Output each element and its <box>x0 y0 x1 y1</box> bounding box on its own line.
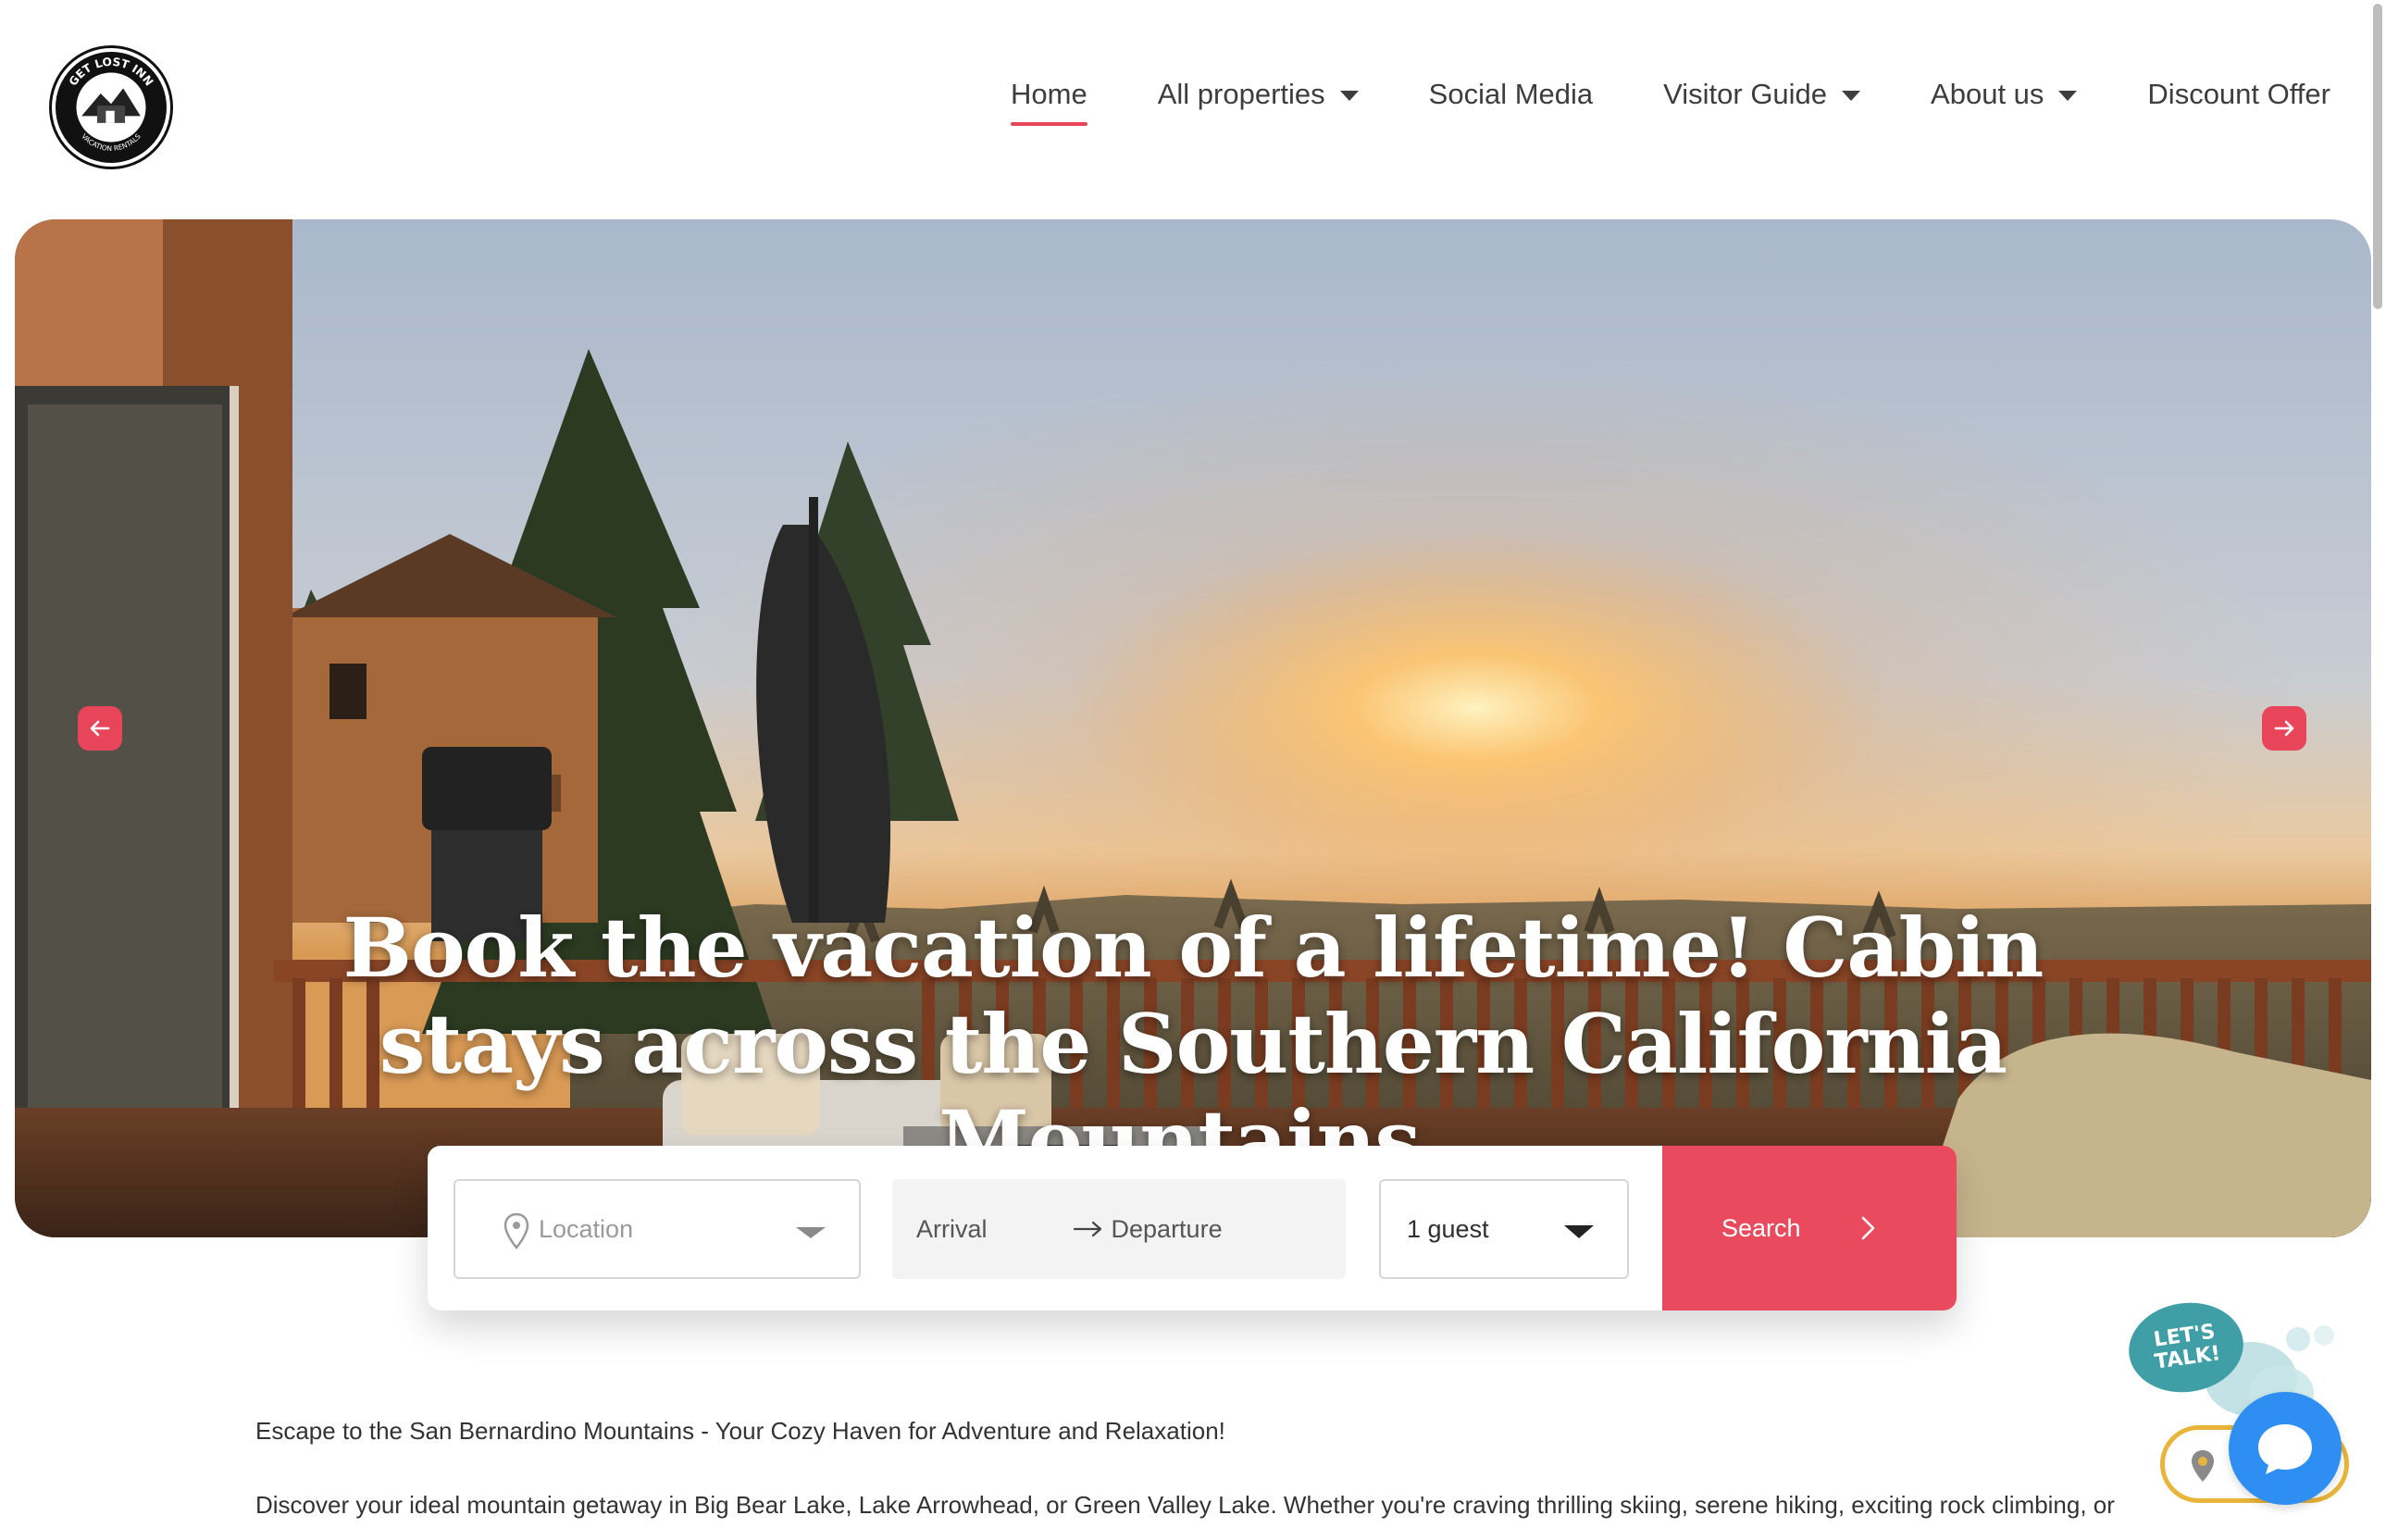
caret-down-icon <box>1842 91 1861 101</box>
map-pin-icon <box>503 1212 529 1249</box>
scrollbar-thumb[interactable] <box>2373 4 2382 309</box>
nav-social-media[interactable]: Social Media <box>1429 78 1593 111</box>
map-pin-icon <box>2192 1450 2214 1482</box>
chevron-right-icon <box>1861 1216 1875 1240</box>
site-logo[interactable]: GET LOST INN VACATION RENTALS <box>52 48 170 167</box>
nav-home-label: Home <box>1011 78 1087 110</box>
arrow-right-icon <box>2274 720 2294 737</box>
intro-content: Escape to the San Bernardino Mountains -… <box>255 1414 2144 1540</box>
nav-about-us[interactable]: About us <box>1931 78 2078 111</box>
nav-visitor-guide[interactable]: Visitor Guide <box>1663 78 1861 111</box>
site-header: GET LOST INN VACATION RENTALS Home All p… <box>0 0 2386 218</box>
nav-social-media-label: Social Media <box>1428 78 1594 110</box>
chat-widget: LET'S TALK! <box>2119 1295 2360 1518</box>
nav-all-properties[interactable]: All properties <box>1158 78 1359 111</box>
guests-value: 1 guest <box>1407 1214 1489 1243</box>
intro-heading-paragraph: Escape to the San Bernardino Mountains -… <box>255 1417 1225 1445</box>
nav-discount-offer[interactable]: Discount Offer <box>2147 78 2330 111</box>
booking-search-bar: Location Arrival Departure 1 guest Searc… <box>428 1146 1957 1310</box>
guests-select[interactable]: 1 guest <box>1379 1179 1629 1279</box>
page-scrollbar[interactable] <box>2371 0 2384 1540</box>
intro-body-paragraph: Discover your ideal mountain getaway in … <box>255 1491 2115 1519</box>
nav-home[interactable]: Home <box>1011 78 1087 126</box>
bubble-decoration <box>2314 1325 2334 1346</box>
departure-field[interactable]: Departure <box>1112 1215 1223 1244</box>
date-range-picker[interactable]: Arrival Departure <box>892 1179 1346 1279</box>
arrow-right-icon <box>1073 1221 1101 1237</box>
chevron-down-icon <box>796 1227 826 1238</box>
caret-down-icon <box>1564 1225 1594 1238</box>
caret-down-icon <box>2058 91 2078 101</box>
chat-bubble-icon <box>2258 1424 2312 1474</box>
bubble-decoration <box>2286 1327 2310 1351</box>
search-button[interactable]: Search <box>1662 1146 1957 1310</box>
chat-launcher-button[interactable] <box>2229 1392 2342 1505</box>
location-placeholder: Location <box>539 1214 634 1243</box>
location-select[interactable]: Location <box>454 1179 861 1279</box>
carousel-next-button[interactable] <box>2262 706 2306 751</box>
hero-banner: Book the vacation of a lifetime! Cabin s… <box>15 219 2371 1237</box>
search-button-label: Search <box>1721 1213 1801 1242</box>
arrival-field[interactable]: Arrival <box>916 1215 988 1244</box>
main-nav: Home All properties Social Media Visitor… <box>1011 78 2330 126</box>
nav-all-properties-label: All properties <box>1157 78 1325 110</box>
nav-about-us-label: About us <box>1931 78 2044 110</box>
caret-down-icon <box>1339 91 1359 101</box>
nav-visitor-guide-label: Visitor Guide <box>1663 78 1828 110</box>
logo-emblem-icon: GET LOST INN VACATION RENTALS <box>60 56 162 158</box>
nav-discount-offer-label: Discount Offer <box>2147 78 2330 110</box>
arrow-left-icon <box>90 720 110 737</box>
carousel-prev-button[interactable] <box>78 706 122 751</box>
